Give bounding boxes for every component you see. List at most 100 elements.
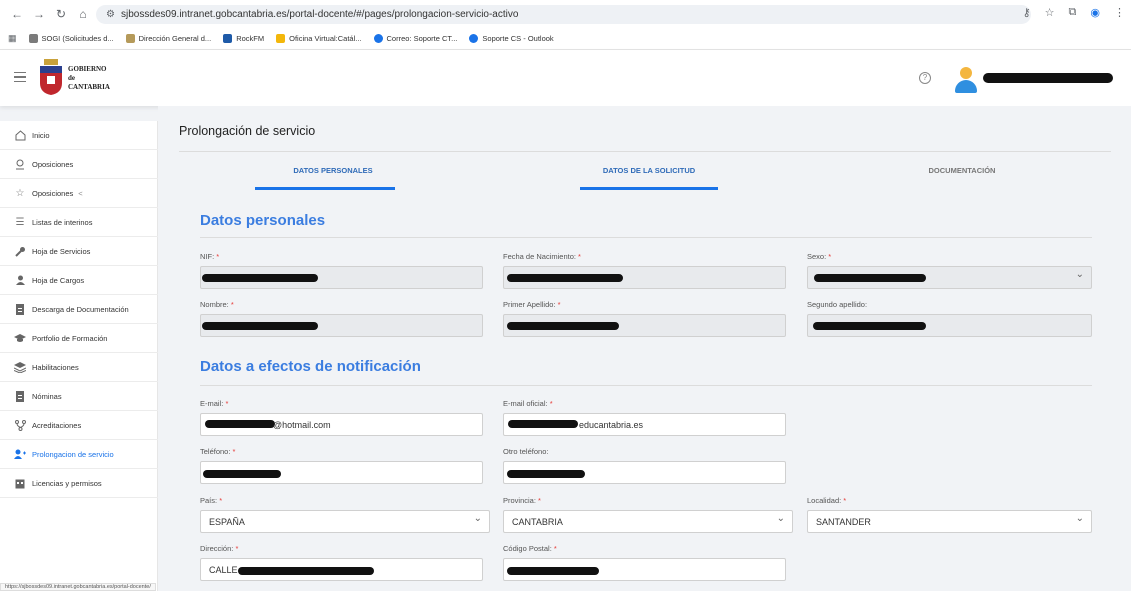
bookmarks-bar: ▦ SOGI (Solicitudes d... Dirección Gener… xyxy=(0,28,1131,50)
wrench-icon xyxy=(14,245,26,257)
provincia-select[interactable]: CANTABRIA xyxy=(503,510,793,533)
redacted-value xyxy=(202,274,318,282)
sidebar-item-label: Licencias y permisos xyxy=(32,478,102,488)
sidebar-item-licencias-permisos[interactable]: Licencias y permisos xyxy=(0,469,158,498)
bookmark-item[interactable]: Soporte CS - Outlook xyxy=(469,34,554,43)
bookmark-label: Correo: Soporte CT... xyxy=(386,34,458,43)
email-label: E-mail: * xyxy=(200,399,229,408)
sidebar-item-acreditaciones[interactable]: Acreditaciones xyxy=(0,411,158,440)
bookmark-label: Oficina Virtual:Catál... xyxy=(289,34,362,43)
calendar-icon xyxy=(14,477,26,489)
extensions-icon[interactable]: ⧉ xyxy=(1069,6,1077,19)
avatar[interactable] xyxy=(955,67,977,93)
telefono-label: Teléfono: * xyxy=(200,447,236,456)
logo-line: GOBIERNO xyxy=(68,65,107,73)
sidebar-item-portfolio-formacion[interactable]: Portfolio de Formación xyxy=(0,324,158,353)
url-text: sjbossdes09.intranet.gobcantabria.es/por… xyxy=(120,9,519,20)
bookmark-item[interactable]: SOGI (Solicitudes d... xyxy=(28,34,114,43)
sidebar-item-label: Acreditaciones xyxy=(32,420,82,430)
tab-datos-personales[interactable]: DATOS PERSONALES xyxy=(255,166,411,175)
profile-icon[interactable]: ◉ xyxy=(1090,6,1100,19)
sidebar-item-label: Prolongacion de servicio xyxy=(32,449,114,459)
title-divider xyxy=(179,151,1111,152)
section-divider xyxy=(200,385,1092,386)
sidebar-item-label: Listas de interinos xyxy=(32,217,93,227)
redacted-value xyxy=(507,567,599,575)
forward-icon[interactable]: → xyxy=(30,5,48,23)
hamburger-menu-icon[interactable] xyxy=(14,72,26,82)
pais-select[interactable]: ESPAÑA xyxy=(200,510,490,533)
apps-icon[interactable]: ▦ xyxy=(8,33,17,44)
redacted-value xyxy=(508,420,578,428)
sidebar-item-habilitaciones[interactable]: Habilitaciones xyxy=(0,353,158,382)
sidebar-item-descarga-documentacion[interactable]: Descarga de Documentación xyxy=(0,295,158,324)
sidebar-item-label: Oposiciones xyxy=(32,159,74,169)
email-value: @hotmail.com xyxy=(273,419,331,430)
site-info-icon[interactable]: ⚙ xyxy=(106,9,115,20)
cantabria-shield-logo xyxy=(40,59,62,95)
sidebar-item-oposiciones-2[interactable]: ☆ Oposiciones < xyxy=(0,179,158,208)
address-bar[interactable]: ⚙ sjbossdes09.intranet.gobcantabria.es/p… xyxy=(96,5,1031,24)
bookmark-label: Dirección General d... xyxy=(138,34,212,43)
user-name-redacted[interactable] xyxy=(983,73,1113,83)
sidebar-item-hoja-cargos[interactable]: Hoja de Cargos xyxy=(0,266,158,295)
document-icon xyxy=(14,303,26,315)
sidebar-item-listas-interinos[interactable]: ☰ Listas de interinos xyxy=(0,208,158,237)
bookmark-item[interactable]: RockFM xyxy=(223,34,264,43)
user-add-icon xyxy=(14,448,26,460)
bookmark-star-icon[interactable]: ☆ xyxy=(1045,6,1055,19)
sidebar-item-label: Hoja de Servicios xyxy=(32,246,91,256)
section-title-notificacion: Datos a efectos de notificación xyxy=(200,358,421,375)
bookmark-favicon xyxy=(373,34,383,43)
key-icon[interactable]: ⚷ xyxy=(1023,6,1031,19)
tab-datos-solicitud[interactable]: DATOS DE LA SOLICITUD xyxy=(571,166,727,175)
list-icon: ☰ xyxy=(15,216,25,228)
bookmark-label: Soporte CS - Outlook xyxy=(482,34,554,43)
segundo-apellido-label: Segundo apellido: xyxy=(807,300,868,309)
redacted-value xyxy=(813,322,926,330)
sidebar-item-oposiciones[interactable]: Oposiciones xyxy=(0,150,158,179)
link-status-bar: https://sjbossdes09.intranet.gobcantabri… xyxy=(0,583,156,591)
primer-apellido-label: Primer Apellido: * xyxy=(503,300,561,309)
star-icon: ☆ xyxy=(15,187,25,199)
bookmark-item[interactable]: Correo: Soporte CT... xyxy=(373,34,458,43)
sidebar-item-label: Descarga de Documentación xyxy=(32,304,129,314)
redacted-value xyxy=(814,274,926,282)
sidebar-item-label: Hoja de Cargos xyxy=(32,275,85,285)
sidebar-item-label: Inicio xyxy=(32,130,50,140)
section-title-datos-personales: Datos personales xyxy=(200,212,326,229)
layers-icon xyxy=(14,361,26,373)
user-search-icon xyxy=(14,158,26,170)
back-icon[interactable]: ← xyxy=(8,5,26,23)
redacted-value xyxy=(507,470,585,478)
bookmark-item[interactable]: Dirección General d... xyxy=(125,34,212,43)
graduation-icon xyxy=(14,332,26,344)
bookmark-favicon xyxy=(223,34,233,43)
provincia-label: Provincia: * xyxy=(503,496,541,505)
home-browser-icon[interactable]: ⌂ xyxy=(74,5,92,23)
sidebar: Inicio Oposiciones ☆ Oposiciones < ☰ Lis… xyxy=(0,121,158,591)
tab-documentacion[interactable]: DOCUMENTACIÓN xyxy=(884,166,1040,175)
sidebar-item-label: Portfolio de Formación xyxy=(32,333,108,343)
bookmark-item[interactable]: Oficina Virtual:Catál... xyxy=(276,34,362,43)
logo-line: CANTABRIA xyxy=(68,83,110,91)
fecha-nacimiento-label: Fecha de Nacimiento: * xyxy=(503,252,581,261)
sidebar-item-nominas[interactable]: Nóminas xyxy=(0,382,158,411)
chevron-left-icon: < xyxy=(78,188,83,198)
bookmark-favicon xyxy=(125,34,135,43)
sexo-label: Sexo: * xyxy=(807,252,832,261)
sidebar-item-hoja-servicios[interactable]: Hoja de Servicios xyxy=(0,237,158,266)
menu-dots-icon[interactable]: ⋮ xyxy=(1114,6,1125,19)
help-icon[interactable]: ? xyxy=(919,72,931,84)
localidad-select[interactable]: SANTANDER xyxy=(807,510,1092,533)
reload-icon[interactable]: ↻ xyxy=(52,5,70,23)
users-icon xyxy=(14,274,26,286)
redacted-value xyxy=(202,322,318,330)
sidebar-item-prolongacion-servicio[interactable]: Prolongacion de servicio xyxy=(0,440,158,469)
tab-indicator xyxy=(580,187,718,190)
redacted-value xyxy=(507,274,623,282)
sidebar-item-inicio[interactable]: Inicio xyxy=(0,121,158,150)
bookmark-favicon xyxy=(276,34,286,43)
otro-telefono-label: Otro teléfono: xyxy=(503,447,549,456)
sidebar-item-label: Oposiciones xyxy=(32,188,74,198)
